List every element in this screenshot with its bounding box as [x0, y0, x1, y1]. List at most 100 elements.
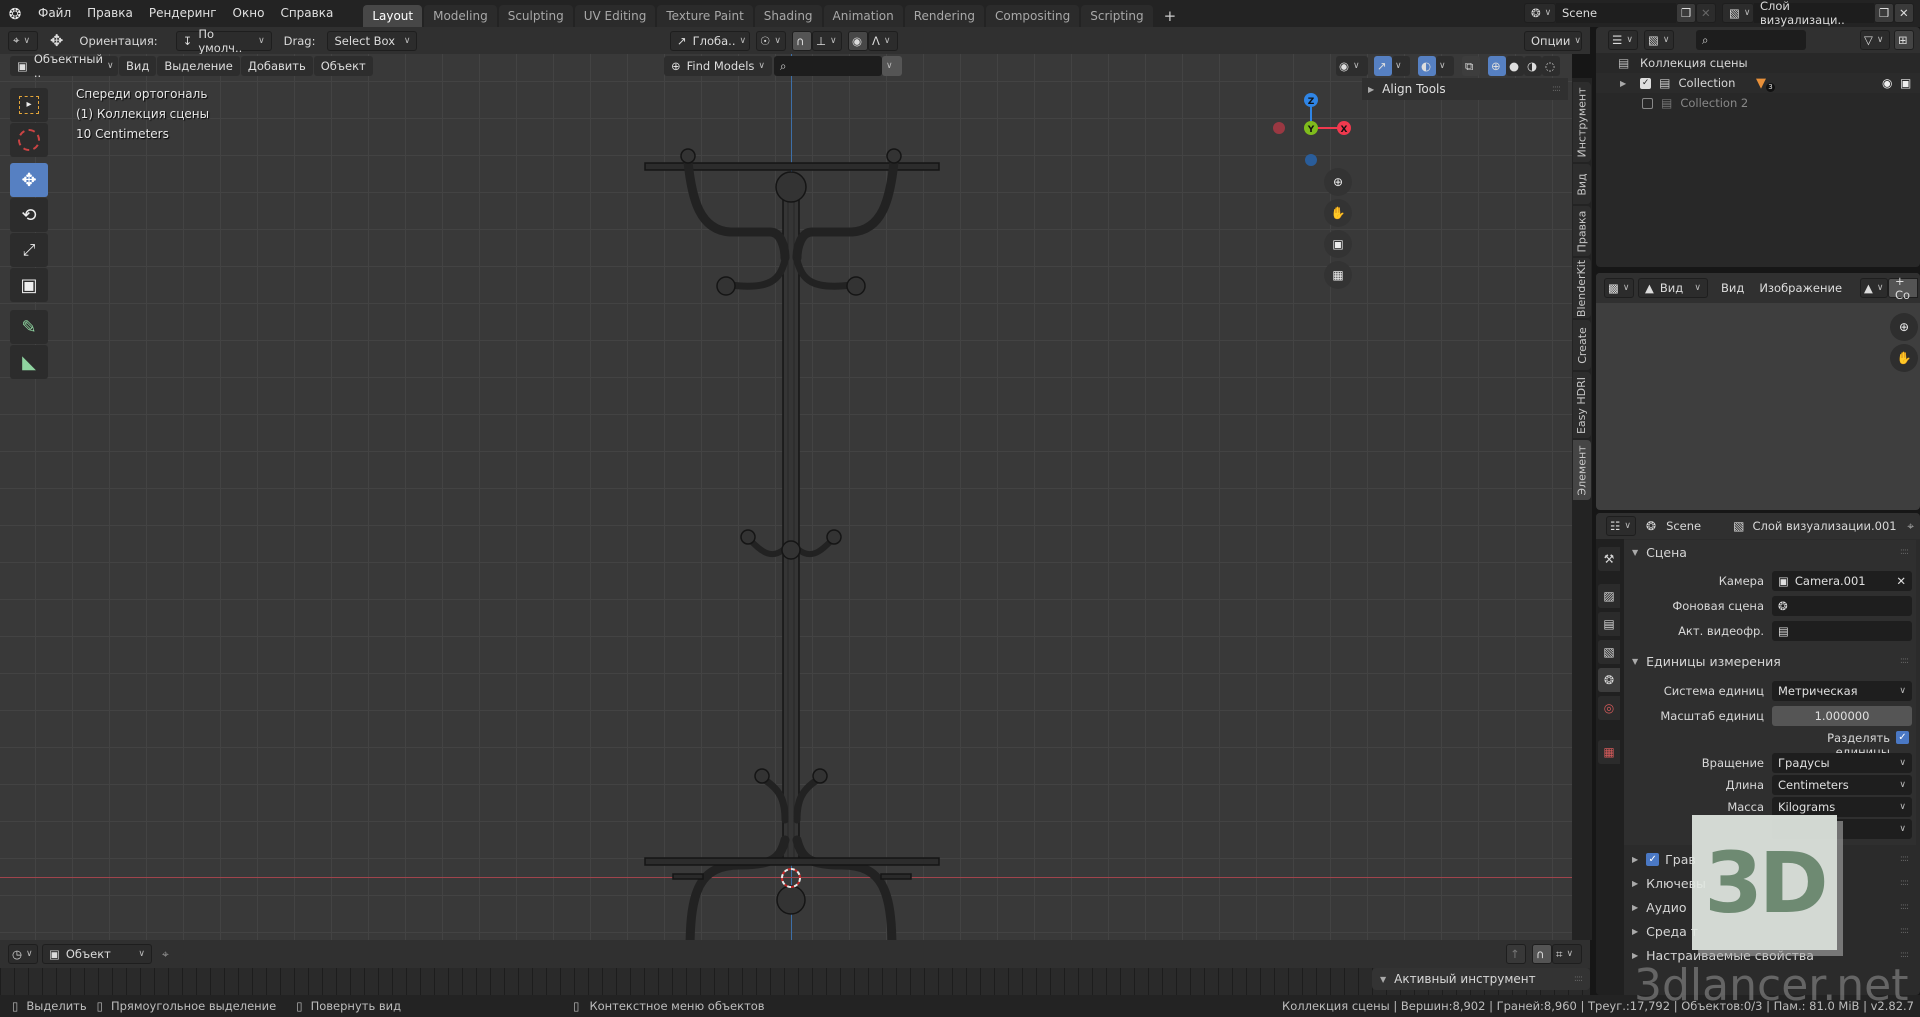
gizmo-dropdown[interactable]: ∨ — [1392, 56, 1410, 76]
separate-units-checkbox[interactable]: ✓ — [1896, 731, 1909, 744]
n-tab-view[interactable]: Вид — [1573, 164, 1591, 204]
drag-handle-icon[interactable]: :::: — [1900, 547, 1909, 557]
shading-wireframe[interactable]: ⊕ — [1488, 56, 1506, 76]
n-tab-edit[interactable]: Правка — [1573, 206, 1591, 256]
timeline-mode-dropdown[interactable]: ▣ Объект ∨ — [42, 944, 152, 964]
prop-tab-render[interactable]: ▨ — [1598, 584, 1620, 608]
prop-tab-world[interactable]: ◎ — [1598, 696, 1620, 720]
xray-toggle[interactable]: ⧉ — [1462, 56, 1480, 76]
n-tab-create[interactable]: Create — [1573, 320, 1591, 370]
collection-checkbox[interactable]: ✓ — [1640, 77, 1652, 89]
scene-name-field[interactable]: Scene — [1556, 3, 1676, 23]
menu-add[interactable]: Добавить — [240, 56, 313, 76]
active-tool-panel[interactable]: ▼ Активный инструмент :::: — [1372, 968, 1590, 990]
drag-handle-icon[interactable]: :::: — [1900, 950, 1909, 960]
image-zoom-button[interactable]: ⊕ — [1890, 313, 1918, 341]
expand-arrow-icon[interactable]: ▶ — [1620, 79, 1626, 88]
search-options-button[interactable]: ∨ — [882, 56, 902, 76]
menu-window[interactable]: Окно — [225, 0, 273, 27]
shading-material[interactable]: ◑ — [1524, 56, 1542, 76]
image-editor[interactable]: ▩ ∨ ▲ Вид ∨ Вид Изображение ▲ ∨ + Co ⊕ ✋ — [1596, 273, 1920, 510]
outliner-search-input[interactable]: ⌕ — [1696, 30, 1806, 50]
cursor-tool[interactable] — [10, 123, 48, 157]
select-box-tool[interactable]: ▸ — [10, 88, 48, 122]
tab-modeling[interactable]: Modeling — [424, 5, 497, 27]
drag-handle-icon[interactable]: :::: — [1900, 656, 1909, 666]
unit-system-dropdown[interactable]: Метрическая ∨ — [1772, 681, 1912, 701]
clear-icon[interactable]: ✕ — [1896, 574, 1906, 588]
tab-sculpting[interactable]: Sculpting — [498, 5, 573, 27]
view-layer-copy-icon[interactable]: ❐ — [1874, 3, 1894, 23]
pin-icon[interactable]: ⌖ — [1907, 519, 1914, 534]
proportional-edit-toggle[interactable]: ◉ — [848, 30, 868, 51]
n-tab-item[interactable]: Элемент — [1573, 440, 1591, 500]
scene-close-icon[interactable]: ✕ — [1696, 3, 1716, 23]
render-camera-icon[interactable]: ▣ — [1900, 76, 1911, 90]
measure-tool[interactable]: ◣ — [10, 345, 48, 379]
drag-handle-icon[interactable]: :::: — [1900, 902, 1909, 912]
annotate-tool[interactable]: ✎ — [10, 310, 48, 344]
unit-scale-field[interactable]: 1.000000 — [1772, 706, 1912, 726]
view-layer-type-button[interactable]: ▧ ∨ — [1722, 3, 1754, 23]
n-tab-blenderkit[interactable]: BlenderKit — [1573, 258, 1591, 318]
image-menu-image[interactable]: Изображение — [1752, 278, 1849, 298]
align-tools-panel[interactable]: ▶ Align Tools :::: — [1362, 78, 1568, 100]
background-scene-field[interactable]: ❂ — [1772, 596, 1912, 616]
image-menu-view[interactable]: Вид — [1714, 278, 1751, 298]
timeline-area[interactable] — [0, 968, 1590, 995]
pivot-point-dropdown[interactable]: ☉ ∨ — [756, 30, 786, 51]
tab-rendering[interactable]: Rendering — [904, 5, 985, 27]
drag-handle-icon[interactable]: :::: — [1552, 84, 1561, 94]
menu-object[interactable]: Объект — [313, 56, 373, 76]
filter-dropdown[interactable]: ▽ ∨ — [1860, 30, 1890, 50]
rotate-tool[interactable]: ⟲ — [10, 198, 48, 232]
drag-handle-icon[interactable]: :::: — [1574, 974, 1583, 984]
overlay-toggle[interactable]: ◐ — [1418, 56, 1436, 76]
rotation-dropdown[interactable]: Градусы ∨ — [1772, 753, 1912, 773]
pan-view-button[interactable]: ✋ — [1324, 199, 1352, 227]
tab-scripting[interactable]: Scripting — [1081, 5, 1153, 27]
outliner-row-collection[interactable]: ▶ ✓ ▤ Collection ▼ 3 ◉ ▣ — [1596, 73, 1920, 93]
menu-help[interactable]: Справка — [272, 0, 341, 27]
find-models-dropdown[interactable]: ⊕ Find Models ∨ — [664, 56, 772, 76]
outliner-row-scene-collection[interactable]: ▤ Коллекция сцены — [1596, 53, 1920, 73]
n-tab-easy-hdri[interactable]: Easy HDRI — [1573, 372, 1591, 438]
tab-animation[interactable]: Animation — [823, 5, 903, 27]
new-collection-button[interactable]: ⊞ — [1894, 30, 1914, 50]
drag-dropdown[interactable]: Select Box ∨ — [327, 30, 418, 51]
camera-field[interactable]: ▣ Camera.001 ✕ — [1772, 571, 1912, 591]
move-tool-icon[interactable]: ✥ — [50, 31, 63, 50]
mass-dropdown[interactable]: Kilograms ∨ — [1772, 797, 1912, 817]
prop-tab-view-layer[interactable]: ▧ — [1598, 640, 1620, 664]
snap-target-dropdown[interactable]: ⊥ ∨ — [812, 30, 842, 51]
blender-logo-icon[interactable]: ❂ — [0, 5, 30, 23]
orientation-dropdown[interactable]: ↧ По умолч.. ∨ — [175, 27, 272, 55]
properties-editor-type[interactable]: ☷ ∨ — [1606, 516, 1636, 536]
outliner-row-collection-2[interactable]: ▤ Collection 2 — [1596, 93, 1920, 113]
eye-icon[interactable]: ◉ — [1882, 76, 1892, 90]
move-tool[interactable]: ✥ — [10, 163, 48, 197]
collection-2-checkbox[interactable] — [1642, 97, 1653, 109]
tab-layout[interactable]: Layout — [363, 5, 423, 27]
prop-tab-output[interactable]: ▤ — [1598, 612, 1620, 636]
prop-tab-tool[interactable]: ⚒ — [1598, 547, 1620, 571]
display-mode-dropdown[interactable]: ▧ ∨ — [1644, 30, 1674, 50]
prop-tab-scene[interactable]: ❂ — [1598, 668, 1620, 692]
scene-copy-icon[interactable]: ❐ — [1676, 3, 1696, 23]
snap-toggle[interactable]: ∩ — [792, 30, 812, 51]
transform-tool[interactable]: ▣ — [10, 268, 48, 302]
view-layer-name-field[interactable]: Слой визуализаци.. — [1754, 0, 1874, 27]
editor-type-button[interactable]: ⌖ ∨ — [8, 30, 38, 51]
snap-dropdown-timeline[interactable]: ⌗ ∨ — [1552, 944, 1582, 964]
menu-render[interactable]: Рендеринг — [141, 0, 225, 27]
view-layer-close-icon[interactable]: ✕ — [1894, 3, 1914, 23]
proportional-falloff-dropdown[interactable]: Λ ∨ — [868, 30, 898, 51]
pin-icon[interactable]: ⌖ — [162, 947, 169, 962]
overlay-dropdown[interactable]: ∨ — [1436, 56, 1454, 76]
auto-keyframe-button[interactable]: ↑ — [1506, 944, 1526, 964]
camera-view-button[interactable]: ▣ — [1324, 230, 1352, 258]
scale-tool[interactable]: ⤢ — [10, 233, 48, 267]
timeline-editor-type[interactable]: ◷ ∨ — [8, 944, 38, 964]
gizmo-toggle[interactable]: ↗ — [1374, 56, 1392, 76]
image-browse-dropdown[interactable]: ▲ ∨ — [1860, 278, 1889, 298]
